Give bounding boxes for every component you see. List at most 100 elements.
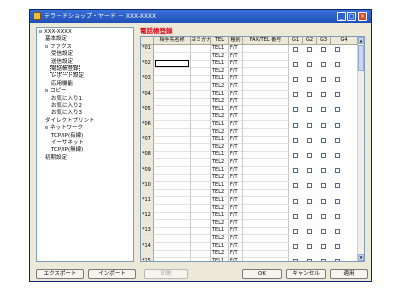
group-checkbox[interactable] [307, 92, 312, 98]
tree-item[interactable]: 送信設定 [51, 59, 73, 66]
apply-button[interactable]: 適用 [330, 269, 368, 279]
tree-item[interactable]: ⊟ コピー [45, 88, 67, 95]
group-checkbox[interactable] [321, 46, 326, 52]
column-header[interactable]: 種別 [229, 37, 243, 45]
group-checkbox[interactable] [293, 137, 298, 143]
group-checkbox[interactable] [321, 183, 326, 189]
tree-item[interactable]: ⊟ ネットワーク [45, 125, 83, 132]
tree-expand-icon[interactable]: ⊟ [45, 44, 48, 50]
group-checkbox[interactable] [293, 107, 298, 113]
group-checkbox[interactable] [293, 122, 298, 128]
reading-cell[interactable] [191, 257, 211, 261]
group-checkbox[interactable] [335, 183, 340, 189]
group-checkbox[interactable] [293, 46, 298, 52]
tree-expand-icon[interactable]: ⊟ [39, 29, 42, 35]
group-checkbox[interactable] [321, 213, 326, 219]
group-checkbox[interactable] [307, 122, 312, 128]
tree-expand-icon[interactable]: ⊟ [45, 125, 48, 131]
tree-item[interactable]: TCP/IP(有線) [51, 133, 83, 140]
name-cell[interactable] [154, 257, 191, 261]
group-checkbox[interactable] [321, 198, 326, 204]
group-checkbox[interactable] [307, 107, 312, 113]
column-header[interactable]: 相手先名称 [154, 37, 191, 45]
group-checkbox[interactable] [335, 244, 340, 250]
column-header[interactable]: G2 [303, 37, 317, 45]
fax-tel-number-cell[interactable] [243, 257, 289, 261]
group-checkbox[interactable] [307, 198, 312, 204]
group-checkbox[interactable] [335, 198, 340, 204]
group-checkbox[interactable] [307, 46, 312, 52]
tree-item[interactable]: TCP/IP(無線) [51, 147, 83, 154]
group-checkbox[interactable] [335, 107, 340, 113]
group-checkbox[interactable] [335, 259, 340, 261]
group-checkbox[interactable] [335, 46, 340, 52]
column-header[interactable] [141, 37, 154, 45]
group-checkbox[interactable] [293, 183, 298, 189]
column-header[interactable]: G1 [289, 37, 303, 45]
tree-item[interactable]: イーサネット [51, 140, 84, 147]
group-checkbox[interactable] [293, 198, 298, 204]
column-header[interactable]: FAX/TEL 番号 [243, 37, 289, 45]
tree-item[interactable]: ⊟ XXX-XXXX [39, 29, 72, 36]
title-bar[interactable]: テラ－ドショップ・ヤード － XXX-XXXX _ □ × [30, 10, 371, 23]
column-header[interactable]: G3 [317, 37, 331, 45]
group-checkbox[interactable] [321, 228, 326, 234]
tree-expand-icon[interactable]: ⊟ [45, 88, 48, 94]
group-checkbox[interactable] [321, 244, 326, 250]
group-checkbox[interactable] [335, 61, 340, 67]
group-checkbox[interactable] [307, 213, 312, 219]
group-checkbox[interactable] [335, 122, 340, 128]
import-button[interactable]: インポート [88, 269, 136, 279]
group-checkbox[interactable] [321, 122, 326, 128]
name-edit-field[interactable] [155, 60, 189, 68]
maximize-icon[interactable]: □ [347, 12, 356, 21]
group-checkbox[interactable] [307, 259, 312, 261]
tree-item[interactable]: 応用機能 [51, 81, 73, 88]
tree-item[interactable]: ダイレクトプリント [45, 118, 95, 125]
group-checkbox[interactable] [293, 61, 298, 67]
group-checkbox[interactable] [293, 76, 298, 82]
group-checkbox[interactable] [293, 92, 298, 98]
group-checkbox[interactable] [307, 168, 312, 174]
group-checkbox[interactable] [321, 107, 326, 113]
group-checkbox[interactable] [321, 152, 326, 158]
column-header[interactable]: TEL [211, 37, 229, 45]
ok-button[interactable]: OK [242, 269, 282, 279]
group-checkbox[interactable] [307, 61, 312, 67]
group-checkbox[interactable] [321, 137, 326, 143]
settings-tree[interactable]: ⊟ XXX-XXXX 基本設定 ⊟ ファクス 受信設定 送信設定 電話帳登録 レポート設定 応用機… [36, 27, 134, 262]
group-checkbox[interactable] [335, 137, 340, 143]
group-checkbox[interactable] [307, 137, 312, 143]
minimize-icon[interactable]: _ [337, 12, 346, 21]
group-checkbox[interactable] [293, 213, 298, 219]
group-checkbox[interactable] [335, 213, 340, 219]
tree-item[interactable]: お気に入り2 [51, 103, 82, 110]
group-checkbox[interactable] [293, 152, 298, 158]
group-checkbox[interactable] [293, 228, 298, 234]
print-button[interactable]: 印刷 [144, 269, 188, 279]
column-header[interactable]: G4 [331, 37, 358, 45]
tree-item[interactable]: お気に入り3 [51, 110, 82, 117]
group-checkbox[interactable] [335, 152, 340, 158]
group-checkbox[interactable] [321, 61, 326, 67]
phonebook-grid[interactable]: ▲ ▼ 相手先名称 ヨミガナ TEL 種別 FAX/TEL 番号 G1 G2 G3 G4 *01 T… [140, 36, 365, 262]
group-checkbox[interactable] [307, 76, 312, 82]
group-checkbox[interactable] [293, 244, 298, 250]
group-checkbox[interactable] [335, 92, 340, 98]
group-checkbox[interactable] [321, 259, 326, 261]
group-checkbox[interactable] [335, 76, 340, 82]
group-checkbox[interactable] [307, 244, 312, 250]
tree-item[interactable]: 受信設定 [51, 51, 73, 58]
group-checkbox[interactable] [307, 183, 312, 189]
group-checkbox[interactable] [335, 228, 340, 234]
group-checkbox[interactable] [307, 228, 312, 234]
cancel-button[interactable]: キャンセル [286, 269, 326, 279]
group-checkbox[interactable] [307, 152, 312, 158]
group-checkbox[interactable] [293, 168, 298, 174]
vertical-scrollbar[interactable]: ▲ ▼ [357, 37, 364, 261]
close-icon[interactable]: × [358, 12, 367, 21]
group-checkbox[interactable] [321, 76, 326, 82]
tree-item[interactable]: レポート設定 [51, 73, 84, 80]
tree-item[interactable]: 電話帳登録 [50, 65, 80, 73]
tree-item[interactable]: 初期設定 [45, 155, 67, 162]
